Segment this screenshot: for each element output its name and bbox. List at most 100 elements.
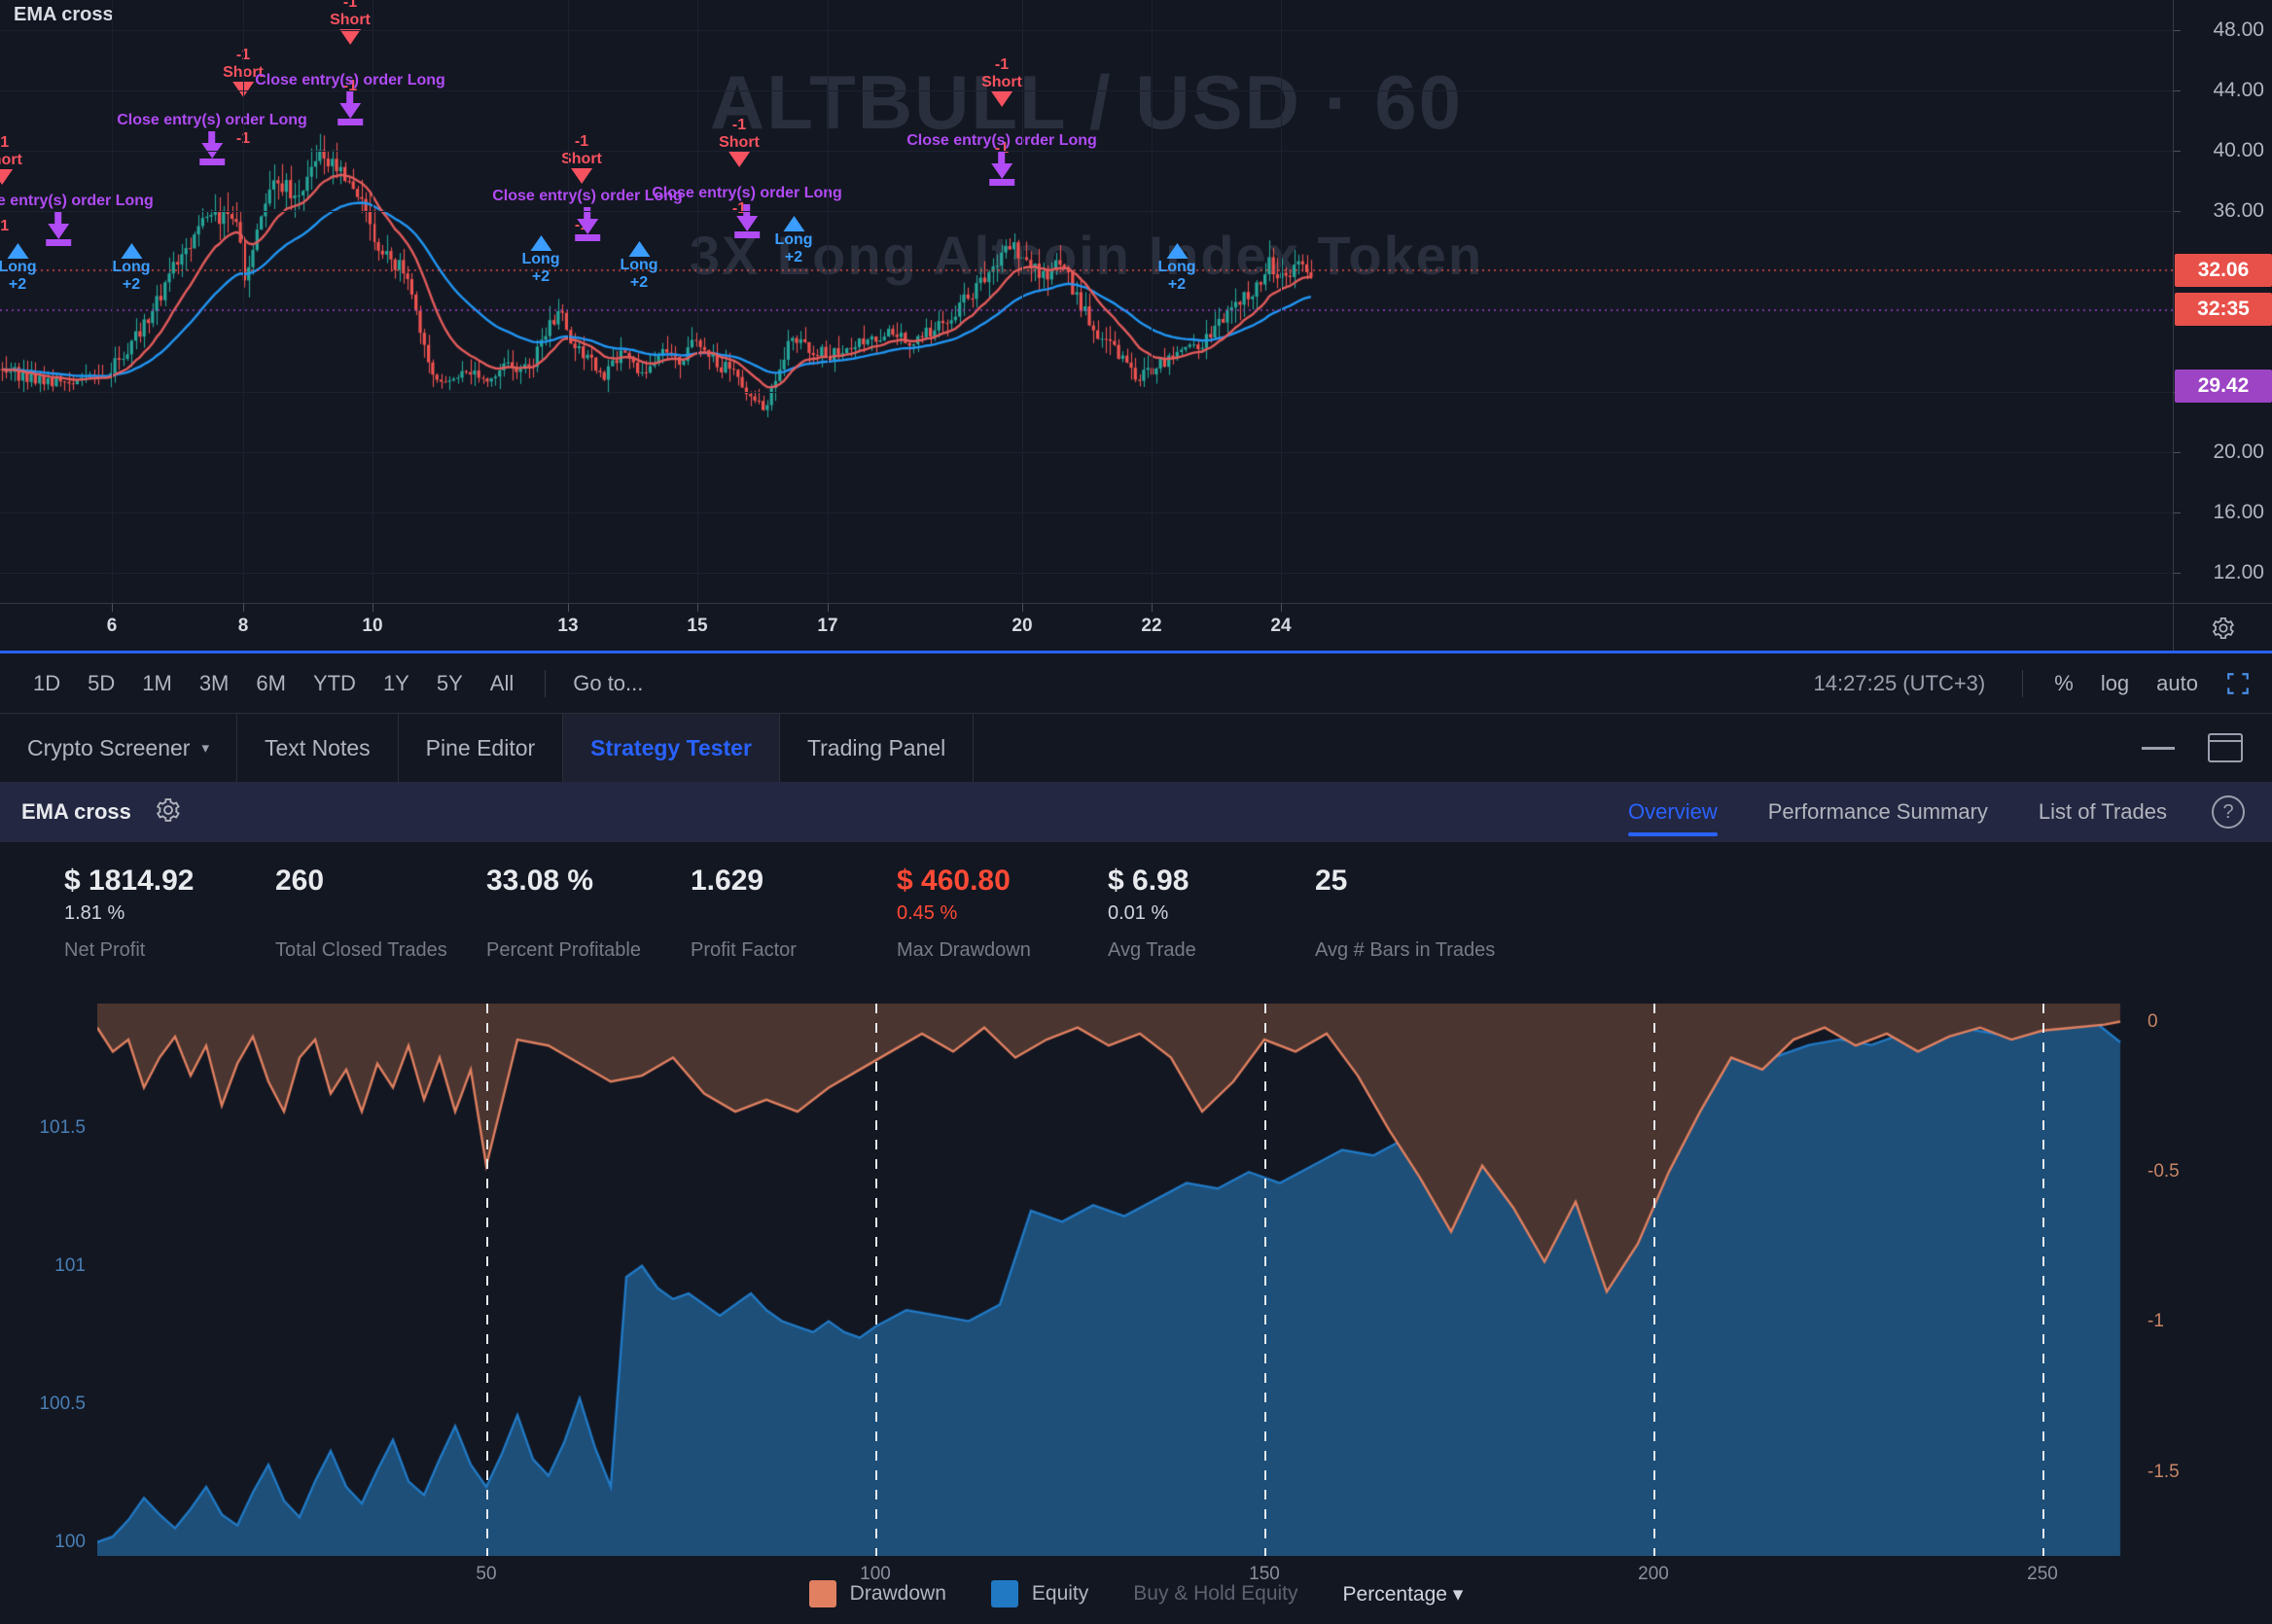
report-tab-performance-summary[interactable]: Performance Summary	[1743, 782, 2013, 842]
report-strategy-name: EMA cross	[0, 799, 131, 825]
help-icon[interactable]: ?	[2212, 795, 2245, 829]
scale-option-percent[interactable]: %	[2041, 665, 2087, 702]
stat-label: Total Closed Trades	[275, 939, 447, 962]
range-button-all[interactable]: All	[477, 665, 527, 702]
time-axis-tick: 6	[107, 616, 118, 637]
gear-icon[interactable]	[2211, 616, 2236, 641]
legend-item-buy-hold-equity[interactable]: Buy & Hold Equity	[1133, 1582, 1297, 1606]
equity-marker-line	[1264, 1004, 1266, 1556]
stat-value: $ 460.80	[897, 864, 1031, 900]
price-axis[interactable]: 48.0044.0040.0036.0024.0020.0016.0012.00…	[2173, 0, 2272, 603]
time-tickmark	[243, 604, 244, 612]
equity-units-select[interactable]: Percentage ▾	[1343, 1582, 1464, 1606]
chart-settings-corner[interactable]	[2173, 603, 2272, 651]
chart-bottom-toolbar[interactable]: 1D5D1M3M6MYTD1Y5YAll Go to... 14:27:25 (…	[0, 653, 2272, 714]
stat-avg-bars-in-trades: 25 Avg # Bars in Trades	[1315, 864, 1495, 962]
time-axis-tick: 22	[1141, 616, 1161, 637]
report-tab-list-of-trades[interactable]: List of Trades	[2013, 782, 2192, 842]
range-button-1d[interactable]: 1D	[19, 665, 74, 702]
stat-subvalue: 1.81 %	[64, 900, 194, 928]
equity-legend[interactable]: Drawdown Equity Buy & Hold Equity Percentag…	[0, 1564, 2272, 1624]
report-tabbar[interactable]: OverviewPerformance SummaryList of Trade…	[1603, 782, 2272, 842]
price-chart-area[interactable]: ALTBULL / USD · 60 3X Long Altcoin Index…	[0, 0, 2272, 653]
range-button-1y[interactable]: 1Y	[370, 665, 423, 702]
price-tickmark	[2174, 90, 2181, 91]
time-gridline	[1152, 0, 1153, 603]
go-to-button[interactable]: Go to...	[563, 665, 653, 702]
equity-right-tick: -0.5	[2148, 1161, 2180, 1183]
panel-tab-label: Strategy Tester	[590, 735, 752, 761]
stat-label: Percent Profitable	[486, 939, 641, 962]
price-badge: 32.06	[2175, 254, 2272, 287]
equity-right-axis: 0-0.5-1-1.5	[2136, 1004, 2272, 1556]
stat-total-closed-trades: 260 Total Closed Trades	[275, 864, 447, 962]
range-button-5d[interactable]: 5D	[74, 665, 128, 702]
gear-icon[interactable]	[155, 796, 182, 824]
chevron-down-icon[interactable]: ▾	[201, 739, 209, 757]
time-axis-tick: 24	[1270, 616, 1291, 637]
panel-tab-crypto-screener[interactable]: Crypto Screener▾	[0, 714, 237, 782]
time-gridline	[697, 0, 698, 603]
equity-marker-line	[1653, 1004, 1655, 1556]
stat-net-profit: $ 1814.921.81 % Net Profit	[64, 864, 194, 962]
range-button-1m[interactable]: 1M	[128, 665, 186, 702]
panel-tab-label: Trading Panel	[807, 735, 945, 761]
panel-tab-label: Pine Editor	[426, 735, 536, 761]
equity-plot[interactable]	[97, 1004, 2136, 1556]
stat-subvalue	[275, 900, 447, 928]
price-tickmark	[2174, 211, 2181, 212]
time-axis-tick: 15	[687, 616, 707, 637]
panel-window-controls[interactable]	[2142, 714, 2272, 782]
price-tickmark	[2174, 452, 2181, 453]
panel-tab-strategy-tester[interactable]: Strategy Tester	[563, 714, 780, 782]
range-button-5y[interactable]: 5Y	[423, 665, 477, 702]
legend-item-drawdown[interactable]: Drawdown	[809, 1580, 946, 1607]
price-tickmark	[2174, 512, 2181, 513]
equity-canvas	[97, 1004, 2136, 1556]
price-gridline	[0, 512, 2173, 513]
strategy-stats-row: $ 1814.921.81 % Net Profit 260 Total Close…	[0, 842, 2272, 1004]
range-button-ytd[interactable]: YTD	[300, 665, 370, 702]
price-gridline	[0, 211, 2173, 212]
strategy-settings-button[interactable]	[155, 796, 182, 829]
scale-option-log[interactable]: log	[2087, 665, 2143, 702]
range-button-3m[interactable]: 3M	[186, 665, 243, 702]
time-gridline	[1281, 0, 1282, 603]
time-axis-tick: 8	[238, 616, 249, 637]
stat-value: 25	[1315, 864, 1495, 900]
time-range-buttons[interactable]: 1D5D1M3M6MYTD1Y5YAll	[0, 665, 527, 702]
equity-right-tick: 0	[2148, 1011, 2158, 1033]
toolbar-divider-2	[2022, 670, 2023, 697]
price-gridline	[0, 90, 2173, 91]
price-tickmark	[2174, 573, 2181, 574]
range-button-6m[interactable]: 6M	[242, 665, 300, 702]
time-gridline	[828, 0, 829, 603]
toolbar-right-group[interactable]: 14:27:25 (UTC+3) %logauto	[1814, 665, 2272, 702]
report-tab-overview[interactable]: Overview	[1603, 782, 1743, 842]
time-axis-tick: 10	[362, 616, 382, 637]
stat-label: Net Profit	[64, 939, 194, 962]
price-badge: 32:35	[2175, 293, 2272, 326]
stat-value: $ 1814.92	[64, 864, 194, 900]
price-axis-tick: 36.00	[2213, 199, 2264, 223]
scale-option-auto[interactable]: auto	[2143, 665, 2212, 702]
chart-clock: 14:27:25 (UTC+3)	[1814, 671, 2006, 696]
bottom-panel-tabbar[interactable]: Crypto Screener▾Text Notes Pine Editor Str…	[0, 714, 2272, 782]
legend-item-equity[interactable]: Equity	[991, 1580, 1088, 1607]
price-axis-tick: 48.00	[2213, 18, 2264, 42]
equity-left-tick: 101.5	[39, 1117, 86, 1139]
maximize-icon[interactable]	[2208, 733, 2243, 762]
price-tickmark	[2174, 151, 2181, 152]
equity-left-tick: 100.5	[39, 1394, 86, 1415]
price-chart-plot[interactable]: ALTBULL / USD · 60 3X Long Altcoin Index…	[0, 0, 2173, 603]
stat-value: 33.08 %	[486, 864, 641, 900]
fullscreen-icon[interactable]	[2225, 671, 2251, 696]
time-axis-tick: 13	[557, 616, 578, 637]
equity-chart[interactable]: 100100.5101101.5 0-0.5-1-1.5 50100150200…	[0, 1004, 2272, 1624]
time-axis[interactable]: 6810131517202224	[0, 603, 2173, 651]
panel-tab-pine-editor[interactable]: Pine Editor	[399, 714, 564, 782]
minimize-icon[interactable]	[2142, 747, 2175, 750]
panel-tab-text-notes[interactable]: Text Notes	[237, 714, 399, 782]
panel-tab-trading-panel[interactable]: Trading Panel	[780, 714, 974, 782]
scale-options[interactable]: %logauto	[2041, 665, 2212, 702]
